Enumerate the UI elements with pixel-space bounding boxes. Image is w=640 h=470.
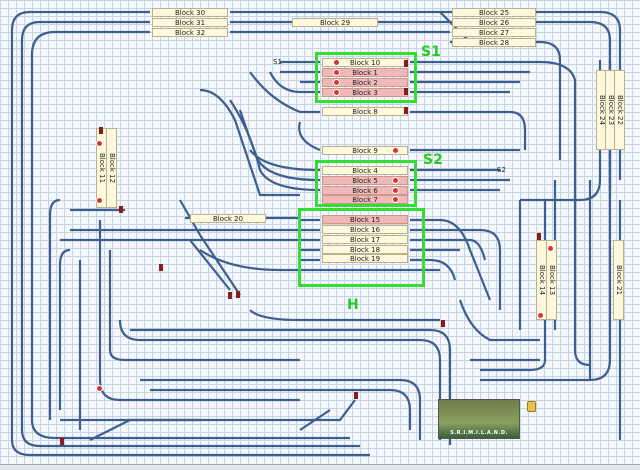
signal-icon[interactable] (96, 385, 103, 392)
signal-icon[interactable] (392, 147, 399, 154)
block-21[interactable]: Block 21 (613, 240, 624, 320)
block-26[interactable]: Block 26 (452, 18, 536, 27)
layout-canvas[interactable]: Block 30 Block 31 Block 32 Block 29 Bloc… (0, 0, 640, 470)
block-27[interactable]: Block 27 (452, 28, 536, 37)
frame-label-s2: S2 (423, 152, 443, 168)
block-13[interactable]: Block 13 (546, 240, 557, 320)
buffer-stop-icon (537, 233, 541, 240)
status-bar (0, 464, 640, 470)
buffer-stop-icon (99, 127, 103, 134)
buffer-stop-icon (159, 264, 163, 271)
block-32[interactable]: Block 32 (152, 28, 228, 37)
block-25[interactable]: Block 25 (452, 8, 536, 17)
frame-label-h: H (347, 297, 359, 313)
station-frame-h (298, 208, 425, 287)
signal-icon[interactable] (547, 245, 554, 252)
block-30[interactable]: Block 30 (152, 8, 228, 17)
station-frame-s2 (315, 160, 417, 207)
frame-label-s1: S1 (421, 44, 441, 60)
buffer-stop-icon (441, 320, 445, 327)
signal-icon[interactable] (96, 140, 103, 147)
database-icon[interactable] (527, 401, 536, 412)
block-8[interactable]: Block 8 (322, 107, 408, 116)
signal-icon[interactable] (537, 312, 544, 319)
buffer-stop-icon (236, 291, 240, 298)
block-29[interactable]: Block 29 (292, 18, 378, 27)
buffer-stop-icon (354, 392, 358, 399)
station-frame-s1 (315, 52, 417, 103)
signal-label-s2: S2 (497, 166, 506, 174)
block-28[interactable]: Block 28 (452, 38, 536, 47)
signal-label-s1: S1 (273, 58, 282, 66)
buffer-stop-icon (60, 438, 64, 445)
srimiland-logo: S.R.I.M.I.L.A.N.D. (438, 399, 520, 439)
buffer-stop-icon (404, 107, 408, 114)
logo-text: S.R.I.M.I.L.A.N.D. (450, 430, 508, 436)
block-20[interactable]: Block 20 (190, 214, 266, 223)
block-22[interactable]: Block 22 (614, 70, 625, 150)
buffer-stop-icon (119, 206, 123, 213)
buffer-stop-icon (228, 292, 232, 299)
block-12[interactable]: Block 12 (106, 128, 117, 208)
signal-icon[interactable] (96, 197, 103, 204)
block-31[interactable]: Block 31 (152, 18, 228, 27)
